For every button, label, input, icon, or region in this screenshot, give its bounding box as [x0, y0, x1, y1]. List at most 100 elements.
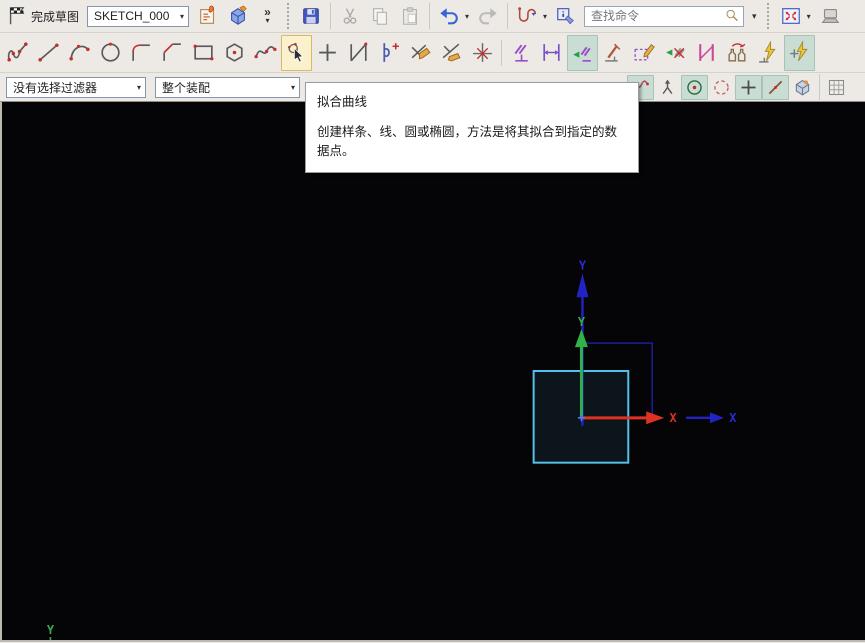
no-inferred-constraints-toggle[interactable] [660, 35, 691, 71]
paste-button[interactable] [396, 3, 424, 30]
studio-spline-tool[interactable] [250, 35, 281, 71]
derived-line-icon [346, 40, 371, 65]
snap-point-on-curve-toggle[interactable] [762, 75, 789, 100]
make-corner-icon [470, 40, 495, 65]
sketch-name-dropdown-value: SKETCH_000 [94, 9, 169, 23]
snap-center-toggle[interactable] [681, 75, 708, 100]
info-tag-icon [555, 5, 577, 27]
curve-u-icon [516, 5, 538, 27]
convert-to-reference-tool[interactable] [629, 35, 660, 71]
studio-spline-icon [253, 40, 278, 65]
fit-curve-tool[interactable] [281, 35, 312, 71]
snap-midpoint-toggle[interactable] [654, 75, 681, 100]
search-mag-icon [724, 8, 740, 24]
copy-button[interactable] [366, 3, 394, 30]
cut-button[interactable] [336, 3, 364, 30]
toolbar-separator [507, 3, 508, 29]
spline-history-button[interactable]: ▾ [513, 3, 550, 30]
fit-view-icon [780, 5, 802, 27]
show-remove-constraints-icon [756, 40, 781, 65]
finish-sketch-button[interactable]: 完成草图 [3, 3, 82, 30]
constraint-tool-icon [601, 40, 626, 65]
view-triad: Y [47, 623, 55, 640]
flag-checkered-icon [6, 5, 28, 27]
snap-quadrant-toggle[interactable] [708, 75, 735, 100]
quick-extend-tool[interactable] [436, 35, 467, 71]
chevron-down-icon: ▾ [266, 17, 270, 25]
window-button[interactable] [816, 3, 844, 30]
find-command-input[interactable] [591, 9, 724, 23]
animate-dimension-tool[interactable] [691, 35, 722, 71]
snap-quadrant-icon [711, 77, 732, 98]
datum-x-axis[interactable]: X [686, 411, 737, 425]
angle-constraint-tool[interactable] [598, 35, 629, 71]
chevron-more-icon: » [264, 8, 271, 16]
selection-filter-value: 没有选择过滤器 [13, 79, 97, 96]
sketch-name-dropdown[interactable]: SKETCH_000▾ [87, 6, 189, 27]
toolbar-grip[interactable] [767, 3, 771, 29]
save-button[interactable] [297, 3, 325, 30]
convert-reference-icon [632, 40, 657, 65]
display-sketch-constraints-toggle[interactable] [567, 35, 598, 71]
geometric-constraints-tool[interactable] [505, 35, 536, 71]
auto-constrain-toggle[interactable] [784, 35, 815, 71]
polygon-tool[interactable] [219, 35, 250, 71]
selection-filter-dropdown[interactable]: 没有选择过滤器 ▾ [6, 77, 146, 98]
grid-btn-icon [826, 77, 847, 98]
fit-curve-tooltip: 拟合曲线 创建样条、线、圆或椭圆，方法是将其拟合到指定的数据点。 [305, 82, 639, 173]
solid-snap-button[interactable] [789, 75, 816, 100]
tooltip-body: 创建样条、线、圆或椭圆，方法是将其拟合到指定的数据点。 [317, 123, 627, 162]
geometric-constraints-icon [508, 40, 533, 65]
orient-view-button[interactable] [224, 3, 252, 30]
triad-y-label: Y [47, 623, 55, 637]
note-button[interactable] [552, 3, 580, 30]
rectangle-tool[interactable] [188, 35, 219, 71]
selection-scope-dropdown[interactable]: 整个装配 ▾ [155, 77, 300, 98]
copy-icon [369, 5, 391, 27]
pattern-curve-tool[interactable] [374, 35, 405, 71]
toolbar-separator [330, 3, 331, 29]
fit-view-button[interactable]: ▾ [777, 3, 814, 30]
toolbar-separator [429, 3, 430, 29]
redo-button[interactable] [474, 3, 502, 30]
sketch-toolbar [0, 33, 865, 73]
polygon-icon [222, 40, 247, 65]
mirror-curve-tool[interactable] [722, 35, 753, 71]
toolbar-separator [819, 74, 820, 100]
chevron-down-icon[interactable]: ▾ [752, 11, 757, 22]
fillet-icon [129, 40, 154, 65]
toolbar-overflow-button[interactable]: »▾ [254, 3, 281, 30]
chevron-down-icon: ▾ [543, 12, 547, 21]
grid-button[interactable] [823, 75, 850, 100]
make-corner-tool[interactable] [467, 35, 498, 71]
redo-icon [477, 5, 499, 27]
point-tool[interactable] [312, 35, 343, 71]
arc-icon [67, 40, 92, 65]
graphics-viewport[interactable]: Y Y X X Y [0, 102, 865, 642]
snap-intersection-toggle[interactable] [735, 75, 762, 100]
nx-sketch-window: 完成草图SKETCH_000▾»▾▾▾▾▾ 没有选择过滤器 ▾ 整个装配 ▾ Y [0, 0, 865, 643]
cut-icon [339, 5, 361, 27]
snap-midpoint-icon [657, 77, 678, 98]
profile-tool[interactable] [2, 35, 33, 71]
animate-dimension-icon [694, 40, 719, 65]
rectangle-icon [191, 40, 216, 65]
view-cube-icon [792, 77, 813, 98]
derived-line-tool[interactable] [343, 35, 374, 71]
paste-icon [399, 5, 421, 27]
toolbar-grip[interactable] [287, 3, 291, 29]
sketch-scene: Y Y X X Y [2, 102, 865, 640]
rapid-dimension-tool[interactable] [536, 35, 567, 71]
chevron-down-icon: ▾ [465, 12, 469, 21]
snap-center-icon [684, 77, 705, 98]
sketch-settings-button[interactable] [194, 3, 222, 30]
line-tool[interactable] [33, 35, 64, 71]
tooltip-title: 拟合曲线 [317, 91, 627, 110]
arc-tool[interactable] [64, 35, 95, 71]
fillet-tool[interactable] [126, 35, 157, 71]
undo-button[interactable]: ▾ [435, 3, 472, 30]
chamfer-tool[interactable] [157, 35, 188, 71]
show-remove-constraints-tool[interactable] [753, 35, 784, 71]
circle-tool[interactable] [95, 35, 126, 71]
quick-trim-tool[interactable] [405, 35, 436, 71]
